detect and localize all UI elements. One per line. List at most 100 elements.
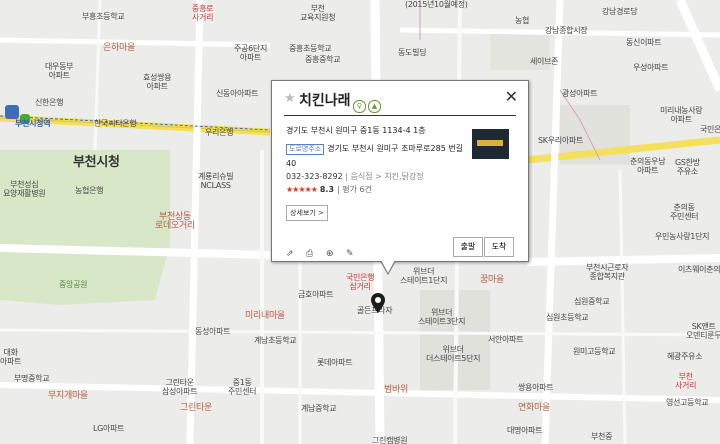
map-label: 부명중학교	[14, 374, 50, 383]
map-label: 은하마을	[103, 43, 135, 53]
review-count: | 평가 6건	[337, 185, 372, 194]
map-label: 부천 사거리	[675, 372, 697, 390]
map-label: 위브더 더스테이트5단지	[426, 345, 481, 363]
map-label: 우리은행	[205, 128, 234, 137]
place-badges: ♀ ▲	[353, 93, 383, 113]
map-label: 동성아파트	[195, 327, 231, 336]
map-label: 춘의동 주민센터	[670, 203, 699, 221]
map-label: 원미고등학교	[573, 347, 616, 356]
close-icon[interactable]: ✕	[505, 87, 518, 106]
map-label: LG아파트	[93, 424, 125, 433]
map-label: GS한방 주유소	[675, 158, 700, 176]
map-label: 이츠웨이춘의	[678, 265, 720, 274]
road-address: 도로명주소 경기도 부천시 원미구 조마루로285 번길 40	[286, 141, 474, 171]
map-label: 중흥초등학교	[289, 44, 332, 53]
map-label: 금호아파트	[298, 290, 334, 299]
map-label: 부천중	[591, 432, 613, 441]
map-label: 부천시청	[73, 155, 120, 170]
popup-tail-inner	[381, 260, 395, 273]
map-label: 계남중학교	[301, 404, 337, 413]
detail-button[interactable]: 상세보기 >	[286, 205, 328, 221]
map-label: 그린타운 삼성아파트	[162, 378, 198, 396]
thumbnail-sign	[477, 140, 503, 146]
map-label: 영선고등학교	[666, 398, 709, 407]
map-label: 계남초등학교	[254, 336, 297, 345]
share-icon[interactable]: ⇗	[286, 249, 298, 259]
map-label: 대명아파트	[507, 426, 543, 435]
title-divider	[284, 115, 516, 116]
map-label: 위브더 스테이트1단지	[400, 267, 448, 285]
map-label: 중흥중학교	[305, 55, 341, 64]
map-label: 연화마을	[518, 403, 550, 413]
print-icon[interactable]: ⎙	[306, 249, 318, 259]
map-label: 부천성심 요양재활병원	[3, 180, 46, 198]
map-label: 춘의동우남 아파트	[630, 157, 666, 175]
place-info-popup: ★ 치킨나래 ♀ ▲ ✕ 경기도 부천시 원미구 중1동 1134-4 1층 도로…	[271, 80, 529, 275]
rating-line: ★★★★★ 8.3 | 평가 6건	[286, 184, 372, 195]
map-label: 국민은행 삼거리	[346, 273, 375, 291]
map-label: 심원초등학교	[546, 313, 589, 322]
map-label: 미리내마을	[245, 311, 285, 321]
person-badge-icon: ♀	[353, 100, 366, 113]
map-label: 위브더 스테이트3단지	[418, 308, 466, 326]
map-label: 쌍용아파트	[518, 383, 554, 392]
map-label: SK앤트 오덴티룬두	[686, 322, 720, 340]
map-label: SK우리아파트	[538, 136, 584, 145]
map-label: (2015년10월예정)	[405, 0, 468, 9]
category: | 음식점 > 치킨,닭강정	[345, 172, 424, 181]
map-label: 부흥초등학교	[82, 12, 125, 21]
map-label: 효성쌍용 아파트	[143, 73, 172, 91]
mountain-badge-icon: ▲	[368, 100, 381, 113]
rating-stars: ★★★★★	[286, 185, 318, 194]
edit-icon[interactable]: ✎	[346, 249, 358, 259]
map-label: 대우동부 아파트	[45, 62, 74, 80]
map-label: 중흥로 사거리	[192, 4, 214, 22]
map-label: 그린캠병원	[372, 436, 408, 444]
road-address-tag: 도로명주소	[286, 144, 325, 155]
map-label: 부천시근로자 종합복지관	[586, 263, 629, 281]
map-label: 동도빌딩	[398, 48, 427, 57]
map-label: 계룡리슈빌 NCLASS	[198, 172, 234, 190]
map-label: 강남경로당	[602, 7, 638, 16]
popup-toolbar: ⇗ ⎙ ⊕ ✎	[286, 241, 366, 260]
zoom-icon[interactable]: ⊕	[326, 249, 338, 259]
favorite-star-icon[interactable]: ★	[284, 91, 296, 106]
map-label: 중앙공원	[59, 280, 88, 289]
map-label: 강남종합시장	[545, 26, 588, 35]
map-label: 농협	[515, 16, 530, 25]
map-label: 그린타운	[180, 403, 212, 413]
place-title: 치킨나래	[299, 93, 351, 109]
map-label: 혜광주유소	[667, 352, 703, 361]
map-label: 부천상동 로데오거리	[155, 212, 195, 231]
map-label: 주공6단지 아파트	[234, 44, 268, 62]
map-label: 신한은행	[35, 98, 64, 107]
place-thumbnail[interactable]	[472, 129, 509, 159]
map-label: 동신이파트	[626, 38, 662, 47]
map-label: 대화 아파트	[0, 348, 22, 366]
departure-button[interactable]: 출발	[453, 237, 483, 257]
map-label: 롯데아파트	[317, 358, 353, 367]
map-label: 부천 교육지원청	[300, 4, 336, 22]
map-label: 한국씨티은행	[94, 119, 137, 128]
subway-station-icon[interactable]	[5, 105, 19, 119]
map-label: 광성아파트	[562, 89, 598, 98]
map-label: 우민농사랑1단지	[655, 232, 710, 241]
phone-line: 032-323-8292 | 음식점 > 치킨,닭강정	[286, 171, 424, 182]
arrival-button[interactable]: 도착	[484, 237, 514, 257]
map-label: 우성아파트	[633, 63, 669, 72]
location-pin-icon[interactable]	[371, 293, 385, 313]
map-label: 미리내농사랑 아파트	[660, 106, 703, 124]
map-label: 중1동 주민센터	[228, 378, 257, 396]
map-label: 세이브존	[530, 57, 559, 66]
phone-number: 032-323-8292	[286, 172, 343, 181]
map-label: 국민은행	[700, 125, 720, 134]
map-label: 신동아아파트	[216, 89, 259, 98]
map-label: 심원중학교	[574, 297, 610, 306]
map-label: 꿈마을	[480, 275, 504, 285]
rating-score: 8.3	[319, 185, 335, 194]
map-label: 무지개마을	[48, 391, 88, 401]
jibun-address: 경기도 부천시 원미구 중1동 1134-4 1층	[286, 126, 426, 135]
map-label: 부천시청역	[15, 119, 51, 128]
map-label: 서안아파트	[488, 335, 524, 344]
map-label: 범바위	[384, 385, 408, 395]
